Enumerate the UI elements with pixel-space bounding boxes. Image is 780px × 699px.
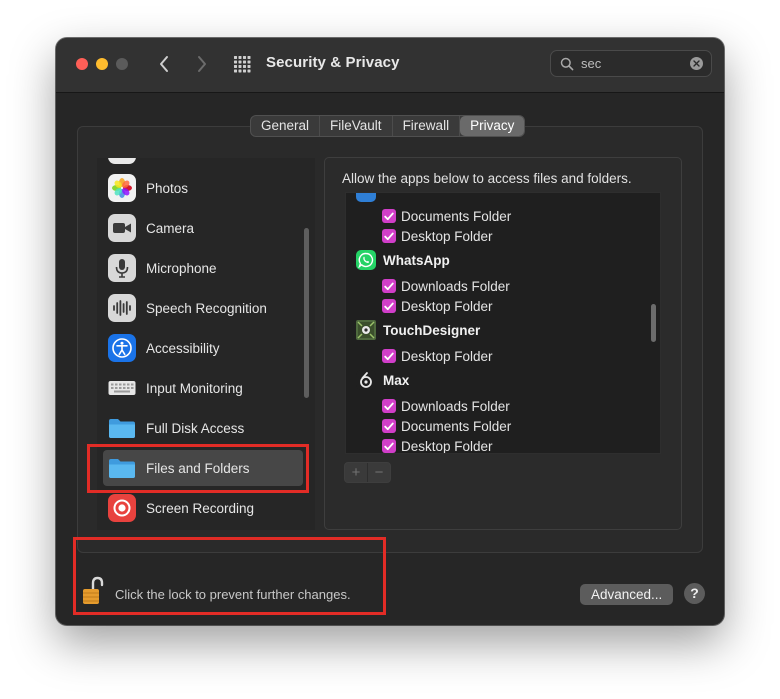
permission-row[interactable]: Downloads Folder: [382, 396, 510, 416]
sidebar-item-label: Photos: [146, 180, 189, 196]
back-button[interactable]: [151, 51, 177, 77]
checkbox-checked-icon[interactable]: [382, 279, 396, 293]
remove-app-button[interactable]: −: [368, 463, 390, 482]
sidebar-item-label: Accessibility: [146, 340, 220, 356]
sidebar-item-screen-recording[interactable]: Screen Recording: [103, 490, 303, 526]
checkbox-checked-icon[interactable]: [382, 209, 396, 223]
add-app-button[interactable]: +: [345, 463, 368, 482]
files-folders-panel: Allow the apps below to access files and…: [324, 157, 682, 530]
panel-description: Allow the apps below to access files and…: [342, 171, 632, 186]
sidebar-item-photos[interactable]: Photos: [103, 170, 303, 206]
app-permission-list[interactable]: Documents Folder Desktop Folder WhatsApp…: [345, 192, 661, 454]
app-row-max[interactable]: Max: [356, 369, 409, 391]
checkbox-checked-icon[interactable]: [382, 299, 396, 313]
partial-app-row: [356, 193, 383, 203]
app-row-touchdesigner[interactable]: TouchDesigner: [356, 319, 480, 341]
sidebar-item-label: Input Monitoring: [146, 380, 243, 396]
app-name: Max: [383, 372, 410, 388]
accessibility-icon: [108, 334, 136, 362]
sidebar-item-camera[interactable]: Camera: [103, 210, 303, 246]
add-remove-controls: + −: [344, 462, 391, 483]
sidebar-item-full-disk-access[interactable]: Full Disk Access: [103, 410, 303, 446]
permission-row[interactable]: Desktop Folder: [382, 296, 493, 316]
speech-recognition-icon: [108, 294, 136, 322]
permission-row[interactable]: Documents Folder: [382, 206, 511, 226]
permission-row[interactable]: Desktop Folder: [382, 436, 493, 453]
chevron-right-icon: [198, 56, 206, 72]
permission-row[interactable]: Downloads Folder: [382, 276, 510, 296]
sidebar-scrollbar[interactable]: [304, 228, 309, 398]
lock-highlight: [73, 537, 386, 615]
chevron-left-icon: [160, 56, 168, 72]
checkbox-checked-icon[interactable]: [382, 229, 396, 243]
sidebar-item-microphone[interactable]: Microphone: [103, 250, 303, 286]
checkbox-checked-icon[interactable]: [382, 439, 396, 453]
sidebar-item-label: Speech Recognition: [146, 300, 267, 316]
folder-icon: [108, 414, 136, 442]
app-row-whatsapp[interactable]: WhatsApp: [356, 249, 450, 271]
tab-filevault[interactable]: FileVault: [320, 116, 393, 136]
advanced-button[interactable]: Advanced...: [580, 584, 674, 605]
whatsapp-icon: [356, 250, 376, 270]
checkbox-checked-icon[interactable]: [382, 399, 396, 413]
tab-bar: General FileVault Firewall Privacy: [250, 115, 526, 137]
app-icon: [356, 193, 376, 202]
partial-category-icon: [108, 158, 136, 164]
camera-icon: [108, 214, 136, 242]
search-input[interactable]: [581, 56, 681, 71]
touchdesigner-icon: [356, 320, 376, 340]
sidebar-item-accessibility[interactable]: Accessibility: [103, 330, 303, 366]
sidebar-item-label: Screen Recording: [146, 500, 255, 516]
search-icon: [560, 57, 574, 71]
keyboard-icon: [108, 374, 136, 402]
clear-icon: [693, 60, 700, 67]
screen-recording-icon: [108, 494, 136, 522]
sidebar-item-label: Camera: [146, 220, 195, 236]
minimize-window-button[interactable]: [96, 58, 108, 70]
files-and-folders-highlight: [87, 444, 309, 493]
app-name: WhatsApp: [383, 252, 450, 268]
permission-row[interactable]: Documents Folder: [382, 416, 511, 436]
help-button[interactable]: ?: [684, 583, 705, 604]
sidebar-item-speech-recognition[interactable]: Speech Recognition: [103, 290, 303, 326]
tab-privacy[interactable]: Privacy: [460, 116, 525, 136]
show-all-button[interactable]: [229, 51, 255, 77]
checkbox-checked-icon[interactable]: [382, 349, 396, 363]
forward-button[interactable]: [189, 51, 215, 77]
search-field[interactable]: [550, 50, 712, 77]
microphone-icon: [108, 254, 136, 282]
window-title: Security & Privacy: [266, 54, 400, 71]
permission-row[interactable]: Desktop Folder: [382, 226, 493, 246]
title-bar: Security & Privacy: [56, 38, 724, 93]
app-name: TouchDesigner: [383, 322, 481, 338]
close-window-button[interactable]: [76, 58, 88, 70]
app-list-scrollbar[interactable]: [651, 304, 656, 342]
sidebar-item-label: Microphone: [146, 260, 217, 276]
grid-icon: [234, 56, 251, 73]
photos-icon: [108, 174, 136, 202]
sidebar-item-label: Full Disk Access: [146, 420, 245, 436]
tab-firewall[interactable]: Firewall: [393, 116, 461, 136]
clear-search-button[interactable]: [690, 57, 703, 70]
zoom-window-button[interactable]: [116, 58, 128, 70]
checkbox-checked-icon[interactable]: [382, 419, 396, 433]
tab-general[interactable]: General: [251, 116, 321, 136]
sidebar-item-input-monitoring[interactable]: Input Monitoring: [103, 370, 303, 406]
max-icon: [356, 370, 376, 390]
permission-row[interactable]: Desktop Folder: [382, 346, 493, 366]
